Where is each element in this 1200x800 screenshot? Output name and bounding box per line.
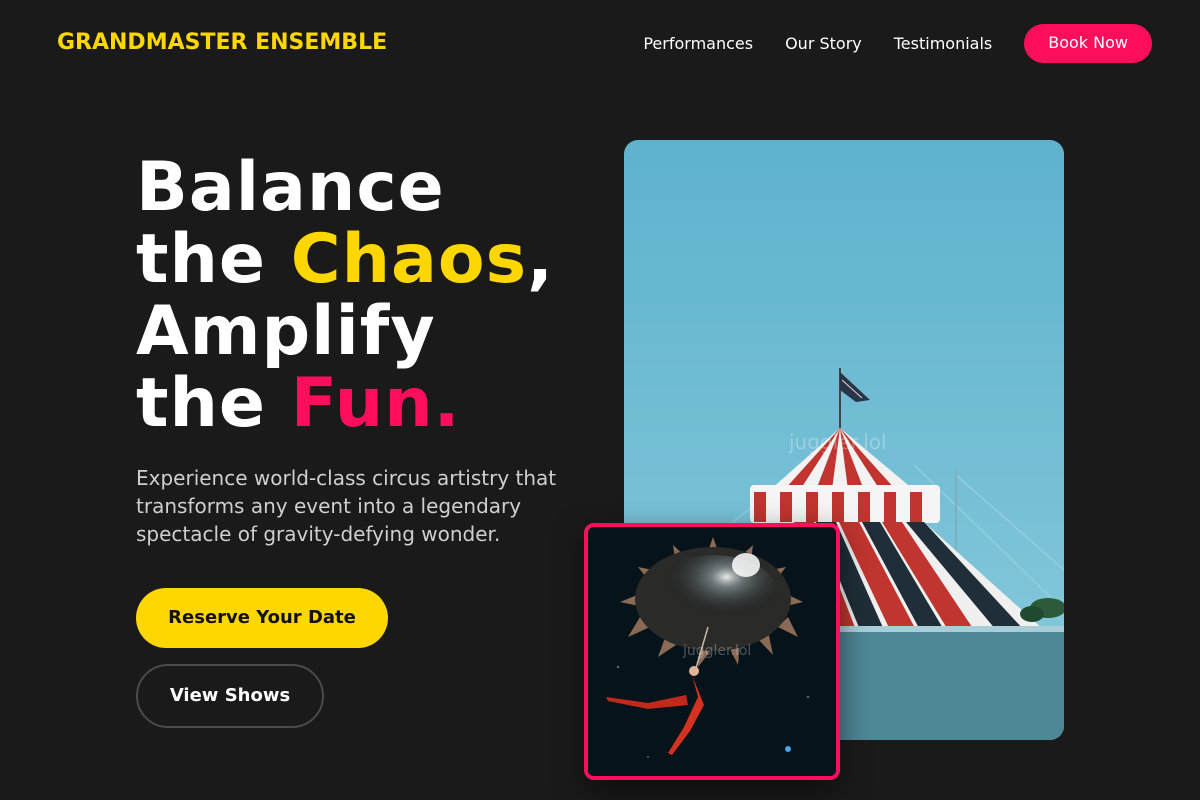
nav-link-performances[interactable]: Performances xyxy=(643,25,753,63)
headline-line-2-prefix: the xyxy=(136,220,291,299)
headline-line-4-prefix: the xyxy=(136,364,291,443)
headline-line-3: Amplify xyxy=(136,292,436,371)
headline-line-2-suffix: , xyxy=(527,220,554,299)
aerialist-photo: juggler.lol xyxy=(584,523,840,780)
site-header: GRANDMASTER ENSEMBLE Performances Our St… xyxy=(0,0,1200,88)
inset-photo-watermark: juggler.lol xyxy=(683,643,752,659)
brand-logo[interactable]: GRANDMASTER ENSEMBLE xyxy=(57,30,387,55)
headline-line-1: Balance xyxy=(136,148,445,227)
nav-link-our-story[interactable]: Our Story xyxy=(785,25,862,63)
headline-highlight-fun: Fun. xyxy=(290,364,461,443)
reserve-date-button[interactable]: Reserve Your Date xyxy=(136,588,388,648)
main-nav: Performances Our Story Testimonials Book… xyxy=(643,24,1152,63)
view-shows-button[interactable]: View Shows xyxy=(136,664,324,728)
hero-lead-text: Experience world-class circus artistry t… xyxy=(136,466,557,546)
main-photo-watermark: juggler.lol xyxy=(789,430,887,454)
nav-link-testimonials[interactable]: Testimonials xyxy=(894,25,993,63)
headline-highlight-chaos: Chaos xyxy=(290,220,528,299)
book-now-button[interactable]: Book Now xyxy=(1024,24,1152,63)
hero-headline: Balance the Chaos, Amplify the Fun. xyxy=(136,152,606,440)
